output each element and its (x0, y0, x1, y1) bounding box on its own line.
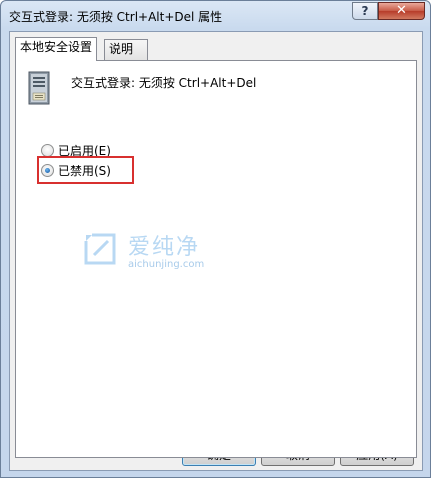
tab-explain[interactable]: 说明 (104, 39, 148, 60)
help-button[interactable]: ? (352, 2, 378, 20)
properties-dialog: 交互式登录: 无须按 Ctrl+Alt+Del 属性 ? ✕ 本地安全设置 说明… (0, 0, 431, 478)
watermark-logo-icon (84, 233, 116, 265)
dialog-client-area: 本地安全设置 说明 交互式登录: 无须按 Ctrl+Alt+Del 已启用(E)… (9, 31, 423, 471)
policy-name: 交互式登录: 无须按 Ctrl+Alt+Del (71, 76, 257, 90)
tab-panel: 交互式登录: 无须按 Ctrl+Alt+Del 已启用(E) 已禁用(S) 爱纯… (15, 60, 417, 458)
tab-local-security-setting[interactable]: 本地安全设置 (15, 37, 98, 61)
watermark: 爱纯净 aichunjing.com (82, 231, 222, 275)
watermark-title: 爱纯净 (128, 235, 201, 260)
computer-tower-icon (28, 71, 50, 105)
title-bar[interactable]: 交互式登录: 无须按 Ctrl+Alt+Del 属性 ? ✕ (1, 1, 430, 31)
close-button[interactable]: ✕ (378, 2, 425, 20)
highlight-annotation-box (37, 156, 134, 184)
window-title: 交互式登录: 无须按 Ctrl+Alt+Del 属性 (9, 10, 223, 24)
watermark-url: aichunjing.com (128, 259, 205, 270)
